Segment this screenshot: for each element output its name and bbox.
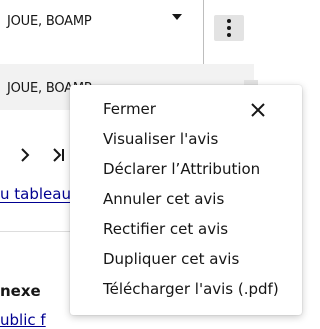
pagination: [0, 140, 80, 170]
chevron-right-icon[interactable]: [16, 146, 34, 164]
menu-item-fermer[interactable]: Fermer: [103, 100, 156, 118]
row-actions-button[interactable]: [214, 15, 244, 41]
dropdown-caret-icon[interactable]: [172, 14, 182, 20]
divider: [0, 231, 80, 232]
menu-item-annuler[interactable]: Annuler cet avis: [103, 190, 224, 208]
context-menu: Fermer Visualiser l'avis Déclarer l’Attr…: [70, 85, 302, 315]
menu-item-visualiser[interactable]: Visualiser l'avis: [103, 130, 218, 148]
menu-item-declarer-attribution[interactable]: Déclarer l’Attribution: [103, 160, 260, 178]
section-heading: nexe: [0, 282, 41, 300]
section-link[interactable]: ublic f: [0, 311, 46, 329]
menu-item-telecharger-pdf[interactable]: Télécharger l'avis (.pdf): [103, 280, 279, 298]
menu-item-dupliquer[interactable]: Dupliquer cet avis: [103, 250, 239, 268]
publication-target-value: JOUE, BOAMP: [7, 14, 92, 29]
last-page-icon[interactable]: [48, 146, 70, 164]
kebab-icon: [227, 19, 231, 37]
menu-item-rectifier[interactable]: Rectifier cet avis: [103, 220, 228, 238]
table-row: JOUE, BOAMP: [0, 0, 306, 46]
close-icon[interactable]: [250, 102, 266, 118]
